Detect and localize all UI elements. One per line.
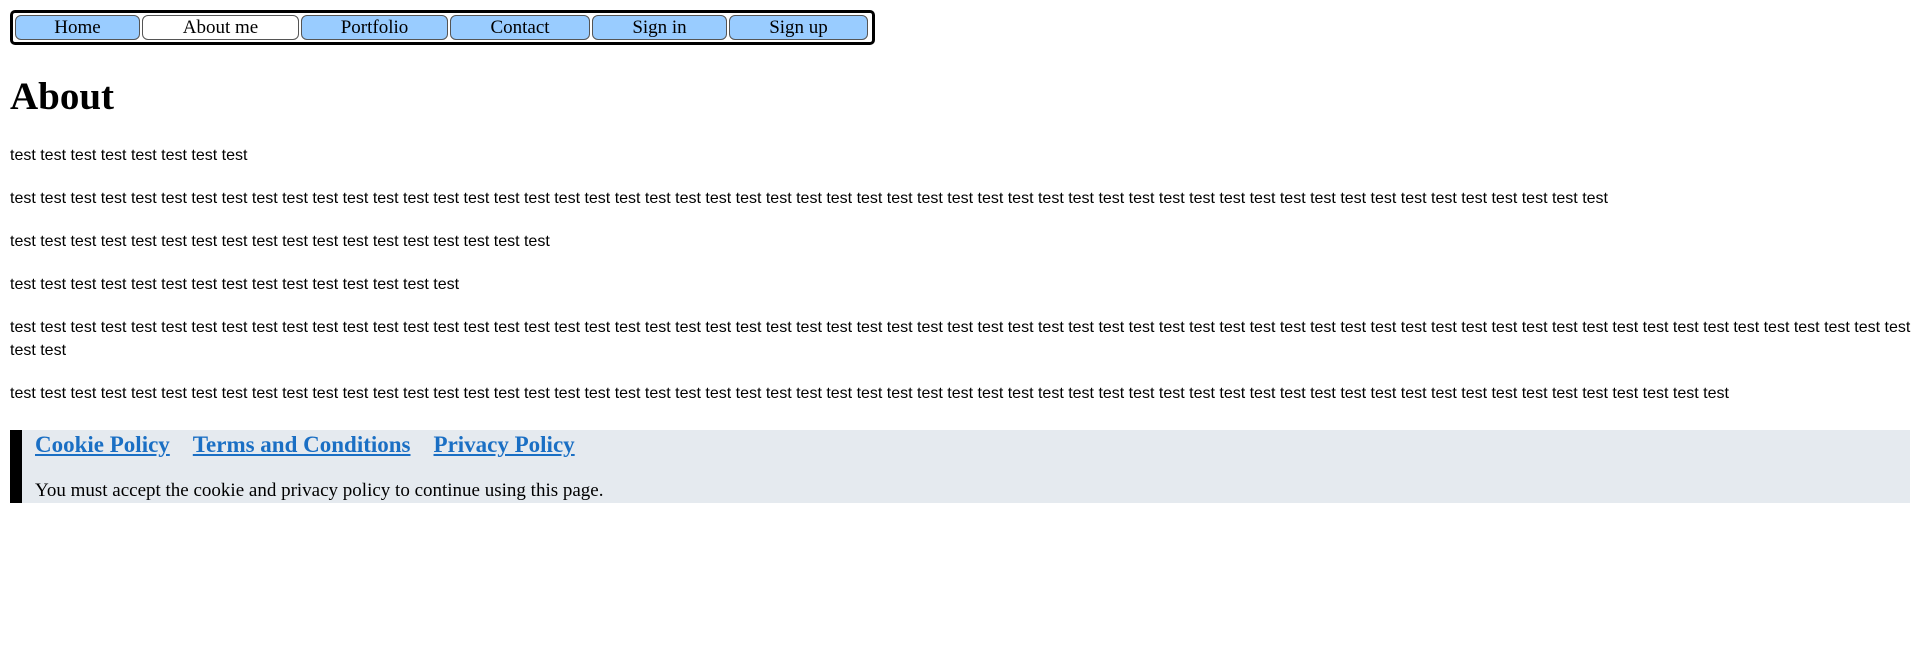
nav-about-link[interactable]: About me	[142, 15, 299, 40]
cookie-footer: Cookie Policy Terms and Conditions Priva…	[10, 430, 1910, 503]
page-title: About	[10, 75, 115, 118]
paragraph: test test test test test test test test …	[10, 190, 1608, 207]
cookie-policy-link[interactable]: Cookie Policy	[35, 432, 170, 458]
paragraph: test test test test test test test test …	[10, 385, 1729, 402]
cookie-notice: You must accept the cookie and privacy p…	[35, 480, 604, 501]
paragraph: test test test test test test test test …	[10, 276, 460, 293]
footer-links: Cookie Policy Terms and Conditions Priva…	[35, 430, 1910, 458]
terms-conditions-link[interactable]: Terms and Conditions	[193, 432, 411, 458]
nav-signin-link[interactable]: Sign in	[592, 15, 727, 40]
content-body: test test test test test test test test …	[10, 144, 1910, 405]
main-nav: Home About me Portfolio Contact Sign in …	[10, 10, 875, 45]
paragraph: test test test test test test test test …	[10, 319, 1911, 359]
nav-contact-link[interactable]: Contact	[450, 15, 590, 40]
paragraph: test test test test test test test test	[10, 147, 248, 164]
nav-home-link[interactable]: Home	[15, 15, 140, 40]
page: Home About me Portfolio Contact Sign in …	[10, 10, 1910, 503]
nav-signup-link[interactable]: Sign up	[729, 15, 868, 40]
nav-portfolio-link[interactable]: Portfolio	[301, 15, 448, 40]
paragraph: test test test test test test test test …	[10, 233, 550, 250]
privacy-policy-link[interactable]: Privacy Policy	[434, 432, 575, 458]
